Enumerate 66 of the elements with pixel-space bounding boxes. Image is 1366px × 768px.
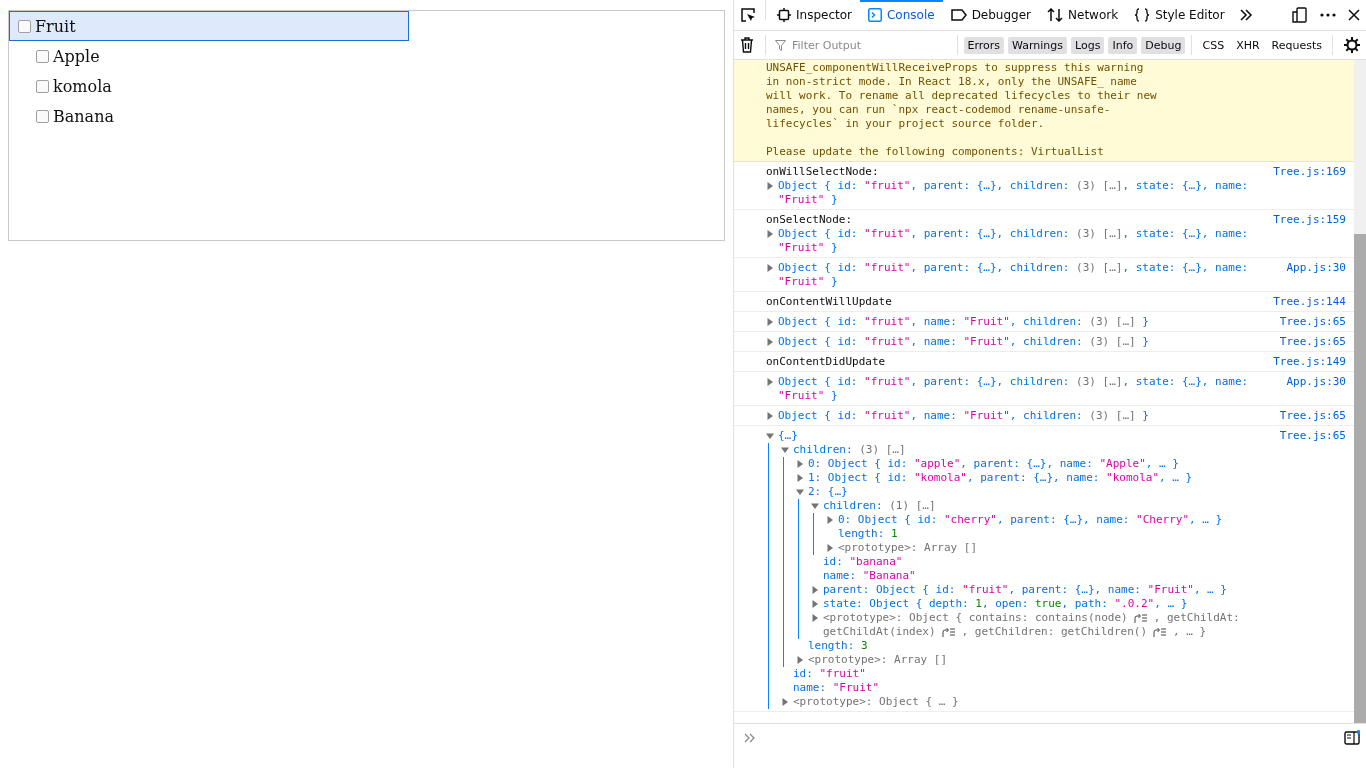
log-object-text: state: Object { depth: 1, open: true, path: ".0.2", … }	[823, 597, 1189, 611]
log-level-toggle[interactable]: Info	[1108, 36, 1138, 54]
log-object-text: children: (3) […]	[793, 443, 907, 457]
log-object-text: 0: Object { id: "cherry", parent: {…}, name: "Cherry", … }	[838, 513, 1224, 527]
log-object-text: Object { id: "fruit", name: "Fruit", children: (3) […] }	[778, 335, 1150, 349]
category-toggle[interactable]: CSS	[1198, 36, 1229, 54]
warning-message: UNSAFE_componentWillReceiveProps to suppress this warning in non-strict mode. In React 18.x, only the UNSAFE_ name will work. To rename all deprecated lifecycles to their new names, you can run `npx react-codemod rename-unsafe- lifecycles` in your project source folder. Please update the following components: VirtualList	[734, 60, 1354, 162]
source-link[interactable]: Tree.js:65	[1254, 315, 1354, 329]
category-toggle[interactable]: XHR	[1232, 36, 1264, 54]
log-text: onSelectNode:	[766, 213, 854, 227]
log-object-text: <prototype>: Array []	[808, 653, 949, 667]
devtools-tab[interactable]: Style Editor	[1126, 0, 1233, 30]
devtools-tab[interactable]: Debugger	[942, 0, 1040, 30]
source-link[interactable]: Tree.js:169	[1254, 165, 1354, 207]
source-link[interactable]: App.js:30	[1254, 261, 1354, 289]
category-toggle[interactable]: Requests	[1267, 36, 1326, 54]
log-object-text: , getChildAt:	[1153, 611, 1240, 625]
devtools-tab[interactable]: Network	[1039, 0, 1127, 30]
log-object-text: <prototype>: Array []	[838, 541, 979, 555]
log-object-text: Object { id: "fruit", parent: {…}, children: (3) […], state: {…}, name: "Fruit" }	[778, 375, 1250, 403]
log-level-toggle[interactable]: Logs	[1071, 36, 1105, 54]
log-object-text: {…}	[778, 429, 799, 443]
tree-item-label: Fruit	[35, 16, 76, 36]
log-level-toggle[interactable]: Debug	[1141, 36, 1186, 54]
log-object-text: id: "fruit"	[793, 667, 867, 681]
log-object-text: , getChildren: getChildren()	[961, 625, 1148, 639]
log-object-text: 0: Object { id: "apple", parent: {…}, name: "Apple", … }	[808, 457, 1180, 471]
source-link[interactable]: Tree.js:65	[1254, 409, 1354, 423]
log-object-text: length: 1	[838, 527, 899, 541]
log-object-text: Object { id: "fruit", name: "Fruit", children: (3) […] }	[778, 315, 1150, 329]
tree-item-label: Apple	[53, 46, 100, 66]
log-object-text: Object { id: "fruit", parent: {…}, children: (3) […], state: {…}, name: "Fruit" }	[778, 261, 1250, 289]
log-object-text: 1: Object { id: "komola", parent: {…}, name: "komola", … }	[808, 471, 1194, 485]
log-object-text: Object { id: "fruit", parent: {…}, children: (3) […], state: {…}, name: "Fruit" }	[778, 227, 1250, 255]
log-object-text: length: 3	[808, 639, 869, 653]
source-link[interactable]: Tree.js:144	[1254, 295, 1354, 309]
log-object-text: name: "Banana"	[823, 569, 917, 583]
log-object-text: id: "banana"	[823, 555, 904, 569]
tree-item[interactable]: Apple	[9, 41, 409, 71]
source-link[interactable]: Tree.js:159	[1254, 213, 1354, 255]
log-level-toggle[interactable]: Errors	[963, 36, 1005, 54]
tree-item-label: komola	[53, 76, 112, 96]
log-object-text: Object { id: "fruit", parent: {…}, children: (3) […], state: {…}, name: "Fruit" }	[778, 179, 1250, 207]
tree-item[interactable]: komola	[9, 71, 409, 101]
log-object-text: parent: Object { id: "fruit", parent: {…}, name: "Fruit", … }	[823, 583, 1228, 597]
source-link[interactable]: Tree.js:65	[1254, 335, 1354, 349]
tree-item[interactable]: Fruit	[9, 11, 409, 41]
log-text: onContentWillUpdate	[766, 295, 893, 309]
log-object-text: <prototype>: Object { contains: contains(node)	[823, 611, 1128, 625]
source-link[interactable]: App.js:30	[1254, 375, 1354, 403]
log-object-text: , … }	[1173, 625, 1207, 639]
log-level-toggle[interactable]: Warnings	[1008, 36, 1068, 54]
log-object-text: children: (1) […]	[823, 499, 937, 513]
log-object-text: <prototype>: Object { … }	[793, 695, 960, 709]
log-text: onContentDidUpdate	[766, 355, 887, 369]
tree-item-label: Banana	[53, 106, 114, 126]
source-link[interactable]: Tree.js:65	[1254, 429, 1354, 709]
devtools-tab[interactable]: Inspector	[769, 0, 860, 30]
log-object-text: name: "Fruit"	[793, 681, 881, 695]
log-object-text: getChildAt(index)	[823, 625, 936, 639]
source-link[interactable]: Tree.js:149	[1254, 355, 1354, 369]
log-text: onWillSelectNode:	[766, 165, 880, 179]
devtools-tab[interactable]: Console	[860, 0, 943, 30]
log-object-text: 2: {…}	[808, 485, 849, 499]
tree-item[interactable]: Banana	[9, 101, 409, 131]
log-object-text: Object { id: "fruit", name: "Fruit", children: (3) […] }	[778, 409, 1150, 423]
